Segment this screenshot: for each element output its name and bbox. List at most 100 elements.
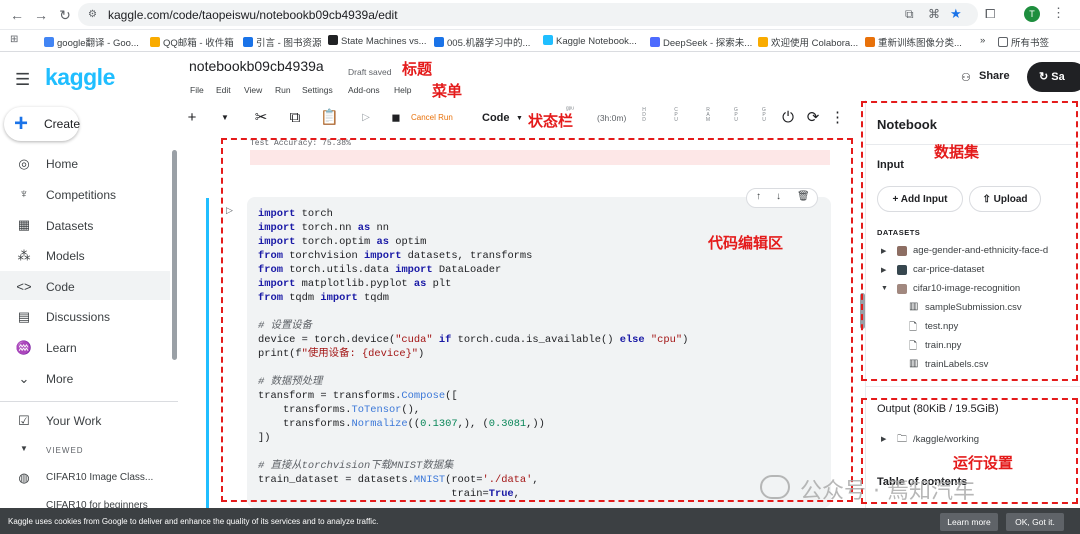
active-cell-indicator [206,198,209,508]
bookmark-item[interactable]: State Machines vs... [328,35,427,47]
disk-meter: HDD [642,107,646,123]
sidebar-scrollbar[interactable] [172,150,177,360]
bookmark-star-icon[interactable]: ★ [950,6,962,22]
annotation-run-settings: 运行设置 [953,454,1014,472]
ok-got-it-button[interactable]: OK, Got it. [1006,513,1064,531]
cell-type-select[interactable]: Code [482,112,510,124]
nav-item-learn[interactable]: Learn [46,341,77,355]
wechat-watermark-icon [760,475,790,499]
menu-addons[interactable]: Add-ons [348,85,380,95]
notebook-title[interactable]: notebookb09cb4939a [189,58,324,74]
all-bookmarks[interactable]: 所有书签 [998,35,1049,49]
bookmark-item[interactable]: 欢迎使用 Colabora... [758,35,858,49]
save-icon: ↻ [1039,71,1052,83]
menu-file[interactable]: File [190,85,204,95]
caret-down-icon[interactable]: ▼ [15,444,33,453]
bookmark-item[interactable]: 005.机器学习中的... [434,35,530,49]
share-button[interactable]: Share [979,70,1010,82]
panel-divider [865,386,1080,387]
create-label: Create [44,117,81,131]
menu-run[interactable]: Run [275,85,291,95]
menu-settings[interactable]: Settings [302,85,333,95]
plus-icon: + [14,110,29,137]
site-info-icon[interactable]: ⚙ [88,9,97,20]
more-options-icon[interactable]: ⋮ [830,108,845,128]
add-cell-icon[interactable]: + [184,108,200,128]
menu-help[interactable]: Help [394,85,411,95]
nav-item-home[interactable]: Home [46,157,78,171]
chevron-down-icon: ⌄ [18,371,30,386]
nav-item-your-work[interactable]: Your Work [46,414,101,428]
your-work-icon: ☑ [18,413,30,428]
nav-item-discussions[interactable]: Discussions [46,310,110,324]
home-icon: ◎ [18,156,30,171]
reload-icon[interactable]: ↻ [56,6,74,24]
share-icon: ⚇ [961,72,971,84]
code-icon: <> [16,279,32,294]
annotation-status-bar: 状态栏 [528,112,574,130]
save-label: Sa [1051,71,1065,83]
annotation-dataset: 数据集 [934,143,980,161]
stop-icon[interactable]: ◼ [389,108,403,128]
annotation-title: 标题 [402,60,433,78]
cast-icon[interactable]: ⧉ [905,7,914,22]
watermark-text: 公众号 · 焉知汽车 [800,479,975,504]
annotation-menu: 菜单 [432,82,463,100]
bookmark-item[interactable]: Kaggle Notebook... [543,35,637,47]
comment-icon: ▤ [17,309,31,324]
learn-icon: ♒ [15,340,33,355]
cell-type-dropdown-icon[interactable]: ▼ [516,115,523,122]
restart-icon[interactable]: ⟳ [804,108,822,128]
ram-meter: RAM [705,107,711,123]
url-text: kaggle.com/code/taopeiswu/notebookb09cb4… [108,8,398,22]
cut-icon[interactable]: ✂ [252,108,270,128]
screen: ← → ↻ ⚙ kaggle.com/code/taopeiswu/notebo… [0,0,1080,534]
viewed-header: VIEWED [46,446,84,455]
back-icon[interactable]: ← [8,6,26,24]
power-icon[interactable]: ⏻ [779,108,797,128]
menu-edit[interactable]: Edit [216,85,231,95]
nav-item-models[interactable]: Models [46,249,85,263]
sidebar-divider [0,401,178,402]
translate-icon[interactable]: ⌘ [928,7,940,21]
kaggle-logo[interactable]: kaggle [45,64,115,91]
table-icon: ▦ [17,217,31,232]
run-icon[interactable]: ▷ [358,108,374,128]
extensions-icon[interactable]: ⧠ [985,6,995,22]
profile-avatar[interactable]: T [1024,6,1040,22]
nav-item-competitions[interactable]: Competitions [46,188,116,202]
nav-item-code[interactable]: Code [46,280,75,294]
trophy-icon: ♆ [19,186,29,201]
nav-item-datasets[interactable]: Datasets [46,219,93,233]
paste-icon[interactable]: 📋 [320,108,339,128]
bookmark-item[interactable]: 重新训练图像分类... [865,35,962,49]
notebook-icon: ◍ [18,470,30,485]
apps-grid-icon[interactable]: ⊞ [10,34,18,45]
viewed-item[interactable]: CIFAR10 Image Class... [46,472,153,483]
cancel-run-button[interactable]: Cancel Run [411,113,453,122]
bookmark-item[interactable]: google翻译 - Goo... [44,35,139,49]
viewed-item[interactable]: CIFAR10 for beginners [46,500,148,508]
bookmark-item[interactable]: 引言 - 图书资源 [243,35,321,49]
nav-item-more[interactable]: More [46,372,73,386]
bookmark-item[interactable]: DeepSeek - 探索未... [650,35,752,49]
save-version-button[interactable]: ↻ Sa [1027,62,1080,92]
bookmark-item[interactable]: QQ邮箱 - 收件箱 [150,35,234,49]
copy-icon[interactable]: ⧉ [286,108,304,128]
cpu-meter: CPU [674,107,678,123]
models-icon: ⁂ [17,248,31,263]
annotation-box-code [221,138,853,502]
gpu-meter: GPU [734,107,738,123]
hamburger-menu-icon[interactable]: ☰ [15,70,30,90]
learn-more-button[interactable]: Learn more [940,513,998,531]
session-time: (3h:0m) [597,113,627,123]
forward-icon[interactable]: → [32,6,50,24]
menu-view[interactable]: View [244,85,262,95]
draft-status: Draft saved [348,67,392,77]
annotation-code-editor: 代码编辑区 [708,234,784,252]
cookie-text: Kaggle uses cookies from Google to deliv… [8,517,379,526]
browser-menu-icon[interactable]: ⋮ [1052,5,1065,21]
gpu-mem-meter: GPU [762,107,766,123]
bookmarks-overflow[interactable]: » [980,35,985,46]
add-cell-dropdown-icon[interactable]: ▼ [218,108,232,128]
